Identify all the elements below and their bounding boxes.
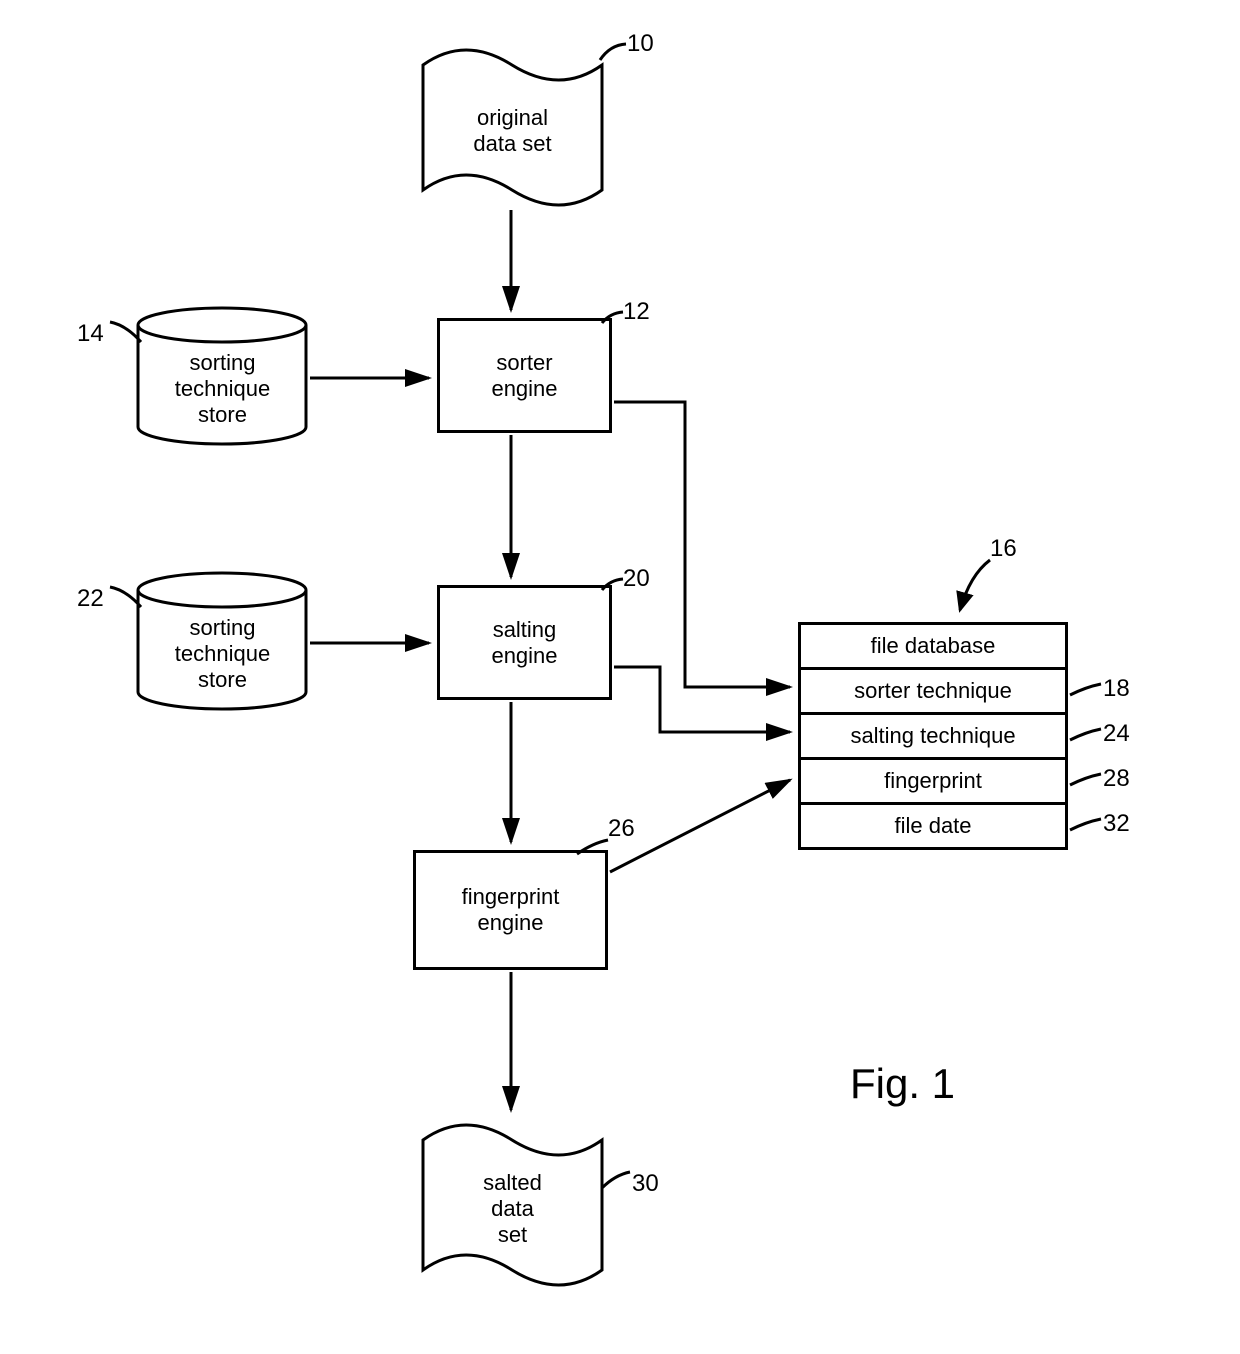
ref-32: 32 (1103, 810, 1130, 838)
ref-14-tick (108, 320, 143, 345)
db-row-file-database: file database (801, 625, 1065, 670)
ref-10-tick (598, 42, 628, 62)
ref-14: 14 (77, 320, 104, 348)
salting-engine-box: salting engine (437, 585, 612, 700)
ref-12: 12 (623, 298, 650, 326)
figure-label: Fig. 1 (850, 1060, 955, 1108)
sorter-engine-box: sorter engine (437, 318, 612, 433)
ref-24: 24 (1103, 720, 1130, 748)
original-data-set-shape (420, 40, 605, 215)
db-row-fingerprint: fingerprint (801, 760, 1065, 805)
ref-22-tick (108, 585, 143, 610)
ref-30-tick (600, 1170, 632, 1190)
ref-28: 28 (1103, 765, 1130, 793)
fingerprint-engine-box: fingerprint engine (413, 850, 608, 970)
ref-20-tick (600, 577, 625, 592)
ref-16-arrow (950, 555, 1010, 625)
ref-26-tick (575, 838, 610, 856)
ref-10: 10 (627, 30, 654, 58)
ref-24-tick (1068, 727, 1103, 742)
ref-18-tick (1068, 682, 1103, 697)
ref-30: 30 (632, 1170, 659, 1198)
ref-28-tick (1068, 772, 1103, 787)
sorting-store-1-shape (135, 305, 310, 450)
flowchart-diagram: original data set 10 sorter engine 12 so… (0, 0, 1240, 1354)
ref-12-tick (600, 310, 625, 325)
ref-22: 22 (77, 585, 104, 613)
sorting-store-2-shape (135, 570, 310, 715)
file-database-table: file database sorter technique salting t… (798, 622, 1068, 850)
db-row-salting-technique: salting technique (801, 715, 1065, 760)
salted-data-set-shape (420, 1115, 605, 1295)
ref-20: 20 (623, 565, 650, 593)
ref-18: 18 (1103, 675, 1130, 703)
ref-26: 26 (608, 815, 635, 843)
db-row-sorter-technique: sorter technique (801, 670, 1065, 715)
db-row-file-date: file date (801, 805, 1065, 847)
ref-32-tick (1068, 817, 1103, 832)
